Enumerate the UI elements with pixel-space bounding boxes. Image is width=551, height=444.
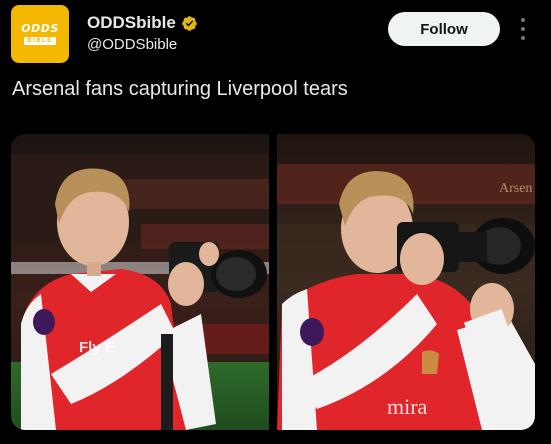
photo-left-image: Fly E <box>11 134 269 430</box>
more-options-icon[interactable] <box>516 16 530 42</box>
media-grid: Fly E Arsen mira <box>11 134 535 430</box>
verified-badge-icon <box>182 15 197 31</box>
photo-right-image: Arsen mira <box>277 134 535 430</box>
media-photo-left[interactable]: Fly E <box>11 134 269 430</box>
avatar-logo-text: ODDS <box>21 22 59 35</box>
author-handle[interactable]: @ODDSbible <box>87 36 177 53</box>
dot <box>521 18 525 22</box>
avatar-logo-subtext: BIBLE <box>24 37 56 45</box>
display-name[interactable]: ODDSbible <box>87 13 176 33</box>
dot <box>521 36 525 40</box>
avatar[interactable]: ODDS BIBLE <box>11 5 69 63</box>
stadium-sign-text: Arsen <box>499 181 532 196</box>
post-text: Arsenal fans capturing Liverpool tears <box>12 78 348 100</box>
author-name-row: ODDSbible <box>87 13 198 33</box>
media-photo-right[interactable]: Arsen mira <box>277 134 535 430</box>
dot <box>521 27 525 31</box>
shirt-sponsor-left: Fly E <box>79 339 115 356</box>
follow-button[interactable]: Follow <box>388 12 500 46</box>
shirt-sponsor-right: mira <box>387 394 428 419</box>
tweet-card: ODDS BIBLE ODDSbible @ODDSbible Follow A… <box>0 0 551 444</box>
